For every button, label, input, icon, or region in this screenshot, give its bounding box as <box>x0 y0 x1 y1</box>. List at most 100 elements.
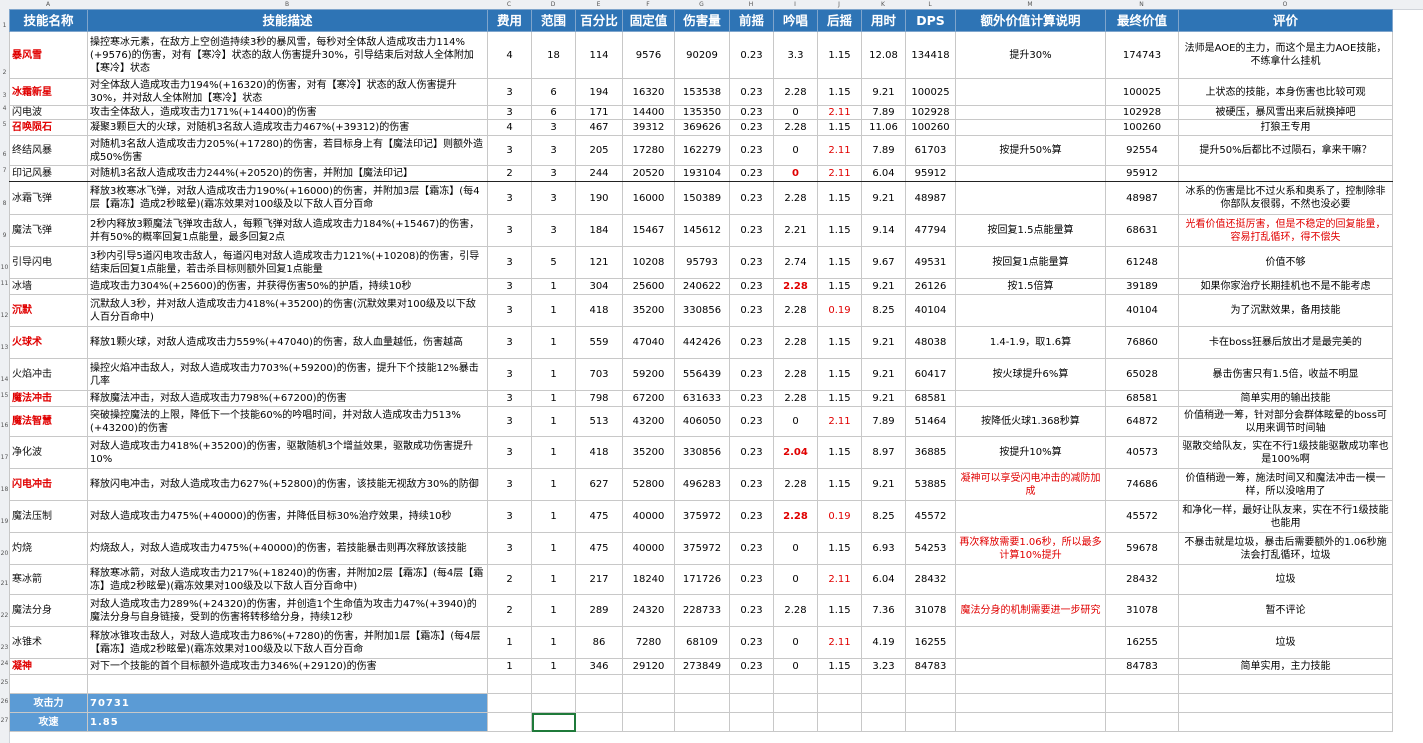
value-cell-pct[interactable]: 114 <box>575 31 623 79</box>
empty-cell[interactable] <box>487 693 532 713</box>
value-cell-fixed[interactable]: 40000 <box>622 532 675 565</box>
header-cell[interactable]: 技能描述 <box>87 9 488 32</box>
value-cell-cast[interactable]: 3.3 <box>773 31 818 79</box>
skill-name-cell[interactable]: 闪电冲击 <box>9 468 88 501</box>
value-cell-cost[interactable]: 3 <box>487 105 532 120</box>
stat-value-cell[interactable]: 1.85 <box>87 712 488 732</box>
stat-value-cell[interactable]: 70731 <box>87 693 488 713</box>
skill-name-cell[interactable]: 冰锥术 <box>9 626 88 659</box>
value-cell-fixed[interactable]: 15467 <box>622 214 675 247</box>
value-cell-pct[interactable]: 121 <box>575 246 623 279</box>
header-cell[interactable]: 用时 <box>861 9 906 32</box>
value-cell-pct[interactable]: 418 <box>575 294 623 327</box>
empty-cell[interactable] <box>861 712 906 732</box>
value-cell-cast[interactable]: 2.28 <box>773 390 818 407</box>
value-cell-range[interactable]: 1 <box>531 626 576 659</box>
column-letter-b[interactable]: B <box>87 0 487 9</box>
header-cell[interactable]: 前摇 <box>729 9 774 32</box>
value-cell-dps[interactable]: 45572 <box>905 500 956 533</box>
evaluation-cell[interactable]: 如果你家治疗长期挂机也不是不能考虑 <box>1178 278 1393 295</box>
value-cell-fixed[interactable]: 43200 <box>622 406 675 437</box>
value-cell-dps[interactable]: 48038 <box>905 326 956 359</box>
value-cell-cost[interactable]: 2 <box>487 165 532 182</box>
evaluation-cell[interactable]: 垃圾 <box>1178 626 1393 659</box>
value-cell-post[interactable]: 2.11 <box>817 135 862 166</box>
value-cell-post[interactable]: 2.11 <box>817 406 862 437</box>
empty-cell[interactable] <box>674 674 730 694</box>
value-cell-cost[interactable]: 1 <box>487 626 532 659</box>
row-number[interactable]: 6 <box>0 151 9 158</box>
skill-name-cell[interactable]: 魔法分身 <box>9 594 88 627</box>
value-cell-dmg[interactable]: 369626 <box>674 119 730 136</box>
evaluation-cell[interactable]: 卡在boss狂暴后放出才是最完美的 <box>1178 326 1393 359</box>
value-cell-fixed[interactable]: 29120 <box>622 658 675 675</box>
column-letter-g[interactable]: G <box>674 0 729 9</box>
skill-desc-cell[interactable]: 灼烧敌人，对敌人造成攻击力475%(+40000)的伤害，若技能暴击则再次释放该… <box>87 532 488 565</box>
value-cell-pre[interactable]: 0.23 <box>729 105 774 120</box>
value-cell-dmg[interactable]: 496283 <box>674 468 730 501</box>
value-cell-dps[interactable]: 28432 <box>905 564 956 595</box>
value-cell-time[interactable]: 9.67 <box>861 246 906 279</box>
value-cell-cost[interactable]: 3 <box>487 532 532 565</box>
skill-desc-cell[interactable]: 对全体敌人造成攻击力194%(+16320)的伤害，对有【寒冷】状态的敌人伤害提… <box>87 78 488 106</box>
value-cell-cast[interactable]: 2.28 <box>773 181 818 215</box>
column-letter-j[interactable]: J <box>817 0 861 9</box>
value-cell-pct[interactable]: 627 <box>575 468 623 501</box>
value-cell-dmg[interactable]: 556439 <box>674 358 730 391</box>
row-number[interactable]: 23 <box>0 644 9 651</box>
skill-desc-cell[interactable]: 操控寒冰元素，在敌方上空创造持续3秒的暴风雪，每秒对全体敌人造成攻击力114%(… <box>87 31 488 79</box>
value-cell-dmg[interactable]: 375972 <box>674 532 730 565</box>
value-cell-pct[interactable]: 559 <box>575 326 623 359</box>
extra-value-note-cell[interactable] <box>955 500 1106 533</box>
evaluation-cell[interactable]: 光看价值还挺厉害，但是不稳定的回复能量，容易打乱循环，得不偿失 <box>1178 214 1393 247</box>
value-cell-post[interactable]: 2.11 <box>817 105 862 120</box>
value-cell-pct[interactable]: 190 <box>575 181 623 215</box>
value-cell-range[interactable]: 1 <box>531 358 576 391</box>
skill-name-cell[interactable]: 冰墙 <box>9 278 88 295</box>
value-cell-dmg[interactable]: 171726 <box>674 564 730 595</box>
value-cell-time[interactable]: 8.25 <box>861 500 906 533</box>
row-number[interactable]: 17 <box>0 454 9 461</box>
skill-desc-cell[interactable]: 3秒内引导5道闪电攻击敌人，每道闪电对敌人造成攻击力121%(+10208)的伤… <box>87 246 488 279</box>
skill-name-cell[interactable]: 沉默 <box>9 294 88 327</box>
value-cell-fixed[interactable]: 35200 <box>622 436 675 469</box>
row-number[interactable]: 21 <box>0 580 9 587</box>
value-cell-fixed[interactable]: 10208 <box>622 246 675 279</box>
value-cell-cost[interactable]: 3 <box>487 436 532 469</box>
extra-value-note-cell[interactable]: 按火球提升6%算 <box>955 358 1106 391</box>
value-cell-post[interactable]: 2.11 <box>817 165 862 182</box>
empty-cell[interactable] <box>817 674 862 694</box>
extra-value-note-cell[interactable]: 1.4-1.9，取1.6算 <box>955 326 1106 359</box>
value-cell-post[interactable]: 0.19 <box>817 500 862 533</box>
value-cell-pct[interactable]: 244 <box>575 165 623 182</box>
value-cell-pre[interactable]: 0.23 <box>729 532 774 565</box>
row-number[interactable]: 8 <box>0 200 9 207</box>
empty-cell[interactable] <box>531 674 576 694</box>
value-cell-dps[interactable]: 47794 <box>905 214 956 247</box>
column-letter-n[interactable]: N <box>1105 0 1178 9</box>
skill-desc-cell[interactable]: 释放闪电冲击，对敌人造成攻击力627%(+52800)的伤害，该技能无视敌方30… <box>87 468 488 501</box>
header-cell[interactable]: 伤害量 <box>674 9 730 32</box>
value-cell-cast[interactable]: 2.28 <box>773 468 818 501</box>
value-cell-time[interactable]: 9.21 <box>861 326 906 359</box>
empty-cell[interactable] <box>817 712 862 732</box>
header-cell[interactable]: 技能名称 <box>9 9 88 32</box>
value-cell-cast[interactable]: 2.21 <box>773 214 818 247</box>
evaluation-cell[interactable]: 简单实用，主力技能 <box>1178 658 1393 675</box>
empty-cell[interactable] <box>487 674 532 694</box>
header-cell[interactable]: 固定值 <box>622 9 675 32</box>
empty-cell[interactable] <box>1178 693 1393 713</box>
final-value-cell[interactable]: 45572 <box>1105 500 1179 533</box>
value-cell-dps[interactable]: 102928 <box>905 105 956 120</box>
empty-cell[interactable] <box>729 712 774 732</box>
value-cell-pre[interactable]: 0.23 <box>729 181 774 215</box>
empty-cell[interactable] <box>674 712 730 732</box>
empty-cell[interactable] <box>674 693 730 713</box>
value-cell-dmg[interactable]: 150389 <box>674 181 730 215</box>
value-cell-dps[interactable]: 100025 <box>905 78 956 106</box>
skill-desc-cell[interactable]: 对敌人造成攻击力289%(+24320)的伤害，并创造1个生命值为攻击力47%(… <box>87 594 488 627</box>
value-cell-range[interactable]: 5 <box>531 246 576 279</box>
row-number[interactable]: 19 <box>0 518 9 525</box>
value-cell-cost[interactable]: 3 <box>487 214 532 247</box>
value-cell-dps[interactable]: 36885 <box>905 436 956 469</box>
